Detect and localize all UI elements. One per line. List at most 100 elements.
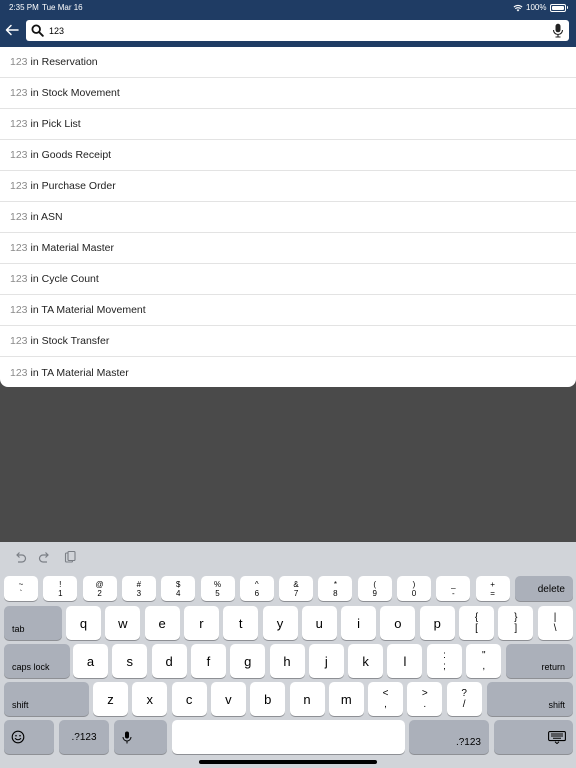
key-g[interactable]: g	[230, 644, 266, 678]
suggestion-ta-material-master[interactable]: 123 in TA Material Master	[0, 357, 576, 387]
key-label: k	[362, 653, 369, 669]
key-h[interactable]: h	[269, 644, 305, 678]
key-label: e	[158, 615, 166, 631]
key-3[interactable]: #3	[121, 576, 156, 601]
suggestion-query: 123	[10, 242, 28, 254]
key-`[interactable]: ~ `	[4, 576, 38, 601]
key-.[interactable]: >.	[407, 682, 443, 716]
suggestion-cycle-count[interactable]: 123 in Cycle Count	[0, 264, 576, 295]
key-label: `	[19, 588, 23, 598]
dictation-key[interactable]	[114, 720, 167, 754]
key-d[interactable]: d	[151, 644, 187, 678]
suggestion-material-master[interactable]: 123 in Material Master	[0, 233, 576, 264]
home-indicator	[199, 760, 377, 764]
battery-tip	[566, 6, 568, 9]
key-label: 3	[136, 588, 142, 598]
key-w[interactable]: w	[105, 606, 141, 640]
key-5[interactable]: % 5	[200, 576, 235, 601]
suggestion-asn[interactable]: 123 in ASN	[0, 202, 576, 233]
numeric-toggle-left-key[interactable]: .?123	[59, 720, 109, 754]
key-label: ]	[514, 623, 518, 634]
key-\[interactable]: | \	[537, 606, 573, 640]
suggestion-query: 123	[10, 87, 28, 99]
key-shift-label: *	[333, 579, 337, 589]
key-u[interactable]: u	[301, 606, 337, 640]
numeric-toggle-right-key[interactable]: .?123	[409, 720, 489, 754]
key-n[interactable]: n	[289, 682, 325, 716]
key-][interactable]: }]	[498, 606, 534, 640]
key-q[interactable]: q	[66, 606, 101, 640]
key-y[interactable]: y	[262, 606, 298, 640]
microphone-icon[interactable]	[552, 23, 564, 38]
back-arrow-icon[interactable]	[4, 22, 20, 38]
key-label: l	[403, 653, 407, 669]
paste-icon[interactable]	[63, 550, 77, 564]
key-1[interactable]: ! 1	[43, 576, 78, 601]
emoji-key[interactable]	[4, 720, 54, 754]
key-j[interactable]: j	[308, 644, 344, 678]
key-z[interactable]: z	[93, 682, 128, 716]
key-r[interactable]: r	[183, 606, 219, 640]
key-;[interactable]: :;	[427, 644, 462, 678]
key-x[interactable]: x	[132, 682, 168, 716]
redo-icon[interactable]	[38, 550, 52, 564]
key-9[interactable]: (9	[357, 576, 392, 601]
suggestion-pick-list[interactable]: 123 in Pick List	[0, 109, 576, 140]
key-label: b	[264, 691, 272, 707]
key-label: /	[462, 699, 466, 710]
key-4[interactable]: $4	[161, 576, 196, 601]
key-b[interactable]: b	[250, 682, 286, 716]
key-c[interactable]: c	[171, 682, 207, 716]
key-0[interactable]: ) 0	[397, 576, 431, 601]
suggestion-purchase-order[interactable]: 123 in Purchase Order	[0, 171, 576, 202]
key-2[interactable]: @2	[82, 576, 117, 601]
hide-keyboard-key[interactable]	[494, 720, 573, 754]
key-[[interactable]: {[	[459, 606, 494, 640]
key-,[interactable]: ",	[466, 644, 502, 678]
key-8[interactable]: * 8	[318, 576, 353, 601]
key-s[interactable]: s	[112, 644, 148, 678]
suggestion-stock-movement[interactable]: 123 in Stock Movement	[0, 78, 576, 109]
key-label: c	[185, 691, 193, 707]
key-,[interactable]: <,	[368, 682, 403, 716]
suggestion-query: 123	[10, 180, 28, 192]
undo-icon[interactable]	[13, 550, 27, 564]
key-6[interactable]: ^ 6	[239, 576, 274, 601]
key-/[interactable]: ? /	[446, 682, 482, 716]
key-t[interactable]: t	[223, 606, 259, 640]
suggestion-stock-transfer[interactable]: 123 in Stock Transfer	[0, 326, 576, 357]
key-k[interactable]: k	[348, 644, 384, 678]
key-v[interactable]: v	[210, 682, 246, 716]
key-p[interactable]: p	[419, 606, 455, 640]
suggestion-goods-receipt[interactable]: 123 in Goods Receipt	[0, 140, 576, 171]
search-input[interactable]	[49, 23, 549, 38]
caps-lock-key[interactable]: caps lock	[4, 644, 70, 678]
key-e[interactable]: e	[144, 606, 180, 640]
key-=[interactable]: + =	[475, 576, 510, 601]
key-a[interactable]: a	[73, 644, 108, 678]
key-f[interactable]: f	[190, 644, 226, 678]
key--[interactable]: _ -	[436, 576, 471, 601]
key-label: d	[165, 653, 173, 669]
delete-key[interactable]: delete	[515, 576, 573, 601]
key-o[interactable]: o	[380, 606, 416, 640]
shift-left-key[interactable]: shift	[4, 682, 89, 716]
microphone-icon	[122, 731, 132, 743]
shift-right-key[interactable]: shift	[487, 682, 573, 716]
key-m[interactable]: m	[328, 682, 364, 716]
key-l[interactable]: l	[387, 644, 423, 678]
return-key[interactable]: return	[506, 644, 573, 678]
space-key[interactable]	[172, 720, 405, 754]
tab-key[interactable]: tab	[4, 606, 62, 640]
suggestion-ta-material-movement[interactable]: 123 in TA Material Movement	[0, 295, 576, 326]
suggestion-label: in TA Material Master	[30, 366, 129, 379]
suggestion-reservation[interactable]: 123 in Reservation	[0, 47, 576, 78]
key-shift-label: <	[382, 688, 389, 699]
key-7[interactable]: & 7	[279, 576, 314, 601]
key-label: p	[433, 615, 441, 631]
key-i[interactable]: i	[341, 606, 377, 640]
key-label: t	[238, 615, 243, 631]
search-box[interactable]	[26, 20, 569, 41]
suggestion-label: in Material Master	[30, 242, 114, 254]
key-label: 9	[372, 588, 377, 598]
